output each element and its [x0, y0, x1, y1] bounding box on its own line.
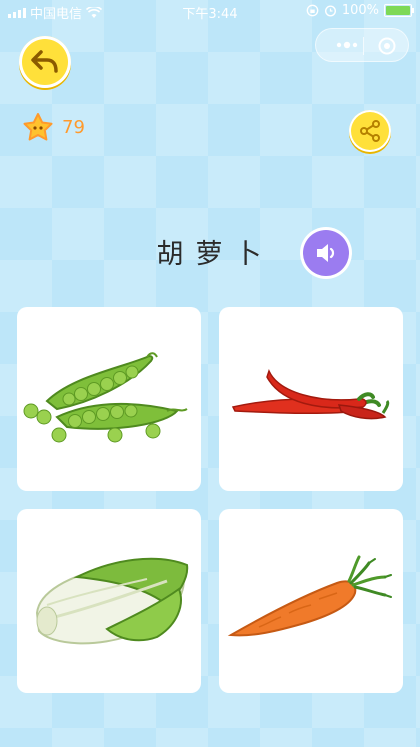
target-word: 胡萝卜 [156, 239, 274, 270]
miniprogram-capsule [315, 28, 409, 62]
battery-percent: 100% [341, 3, 379, 18]
option-card-peas[interactable] [17, 307, 201, 491]
speaker-icon [317, 244, 335, 262]
peas-icon [23, 352, 188, 443]
close-miniprogram-icon[interactable] [378, 37, 396, 55]
option-card-carrot[interactable] [219, 509, 403, 693]
star-count: 79 [62, 116, 85, 138]
more-options-icon[interactable] [334, 38, 360, 52]
status-bar: 中国电信 下午3:44 100% [0, 0, 420, 22]
option-card-chili-peppers[interactable] [219, 307, 403, 491]
star-score: 79 [22, 112, 85, 142]
back-arrow-icon [31, 50, 58, 73]
share-icon [360, 120, 380, 142]
option-card-napa-cabbage[interactable] [17, 509, 201, 693]
napa-cabbage-icon [35, 557, 189, 645]
play-audio-button[interactable] [303, 230, 349, 276]
share-button[interactable] [349, 110, 391, 152]
back-button[interactable] [19, 36, 71, 88]
alarm-icon [324, 5, 336, 17]
battery-icon [384, 4, 414, 17]
rotation-lock-icon [306, 4, 319, 17]
star-icon [23, 113, 53, 141]
carrot-icon [227, 555, 392, 637]
chili-peppers-icon [231, 368, 390, 420]
capsule-divider [363, 37, 364, 55]
